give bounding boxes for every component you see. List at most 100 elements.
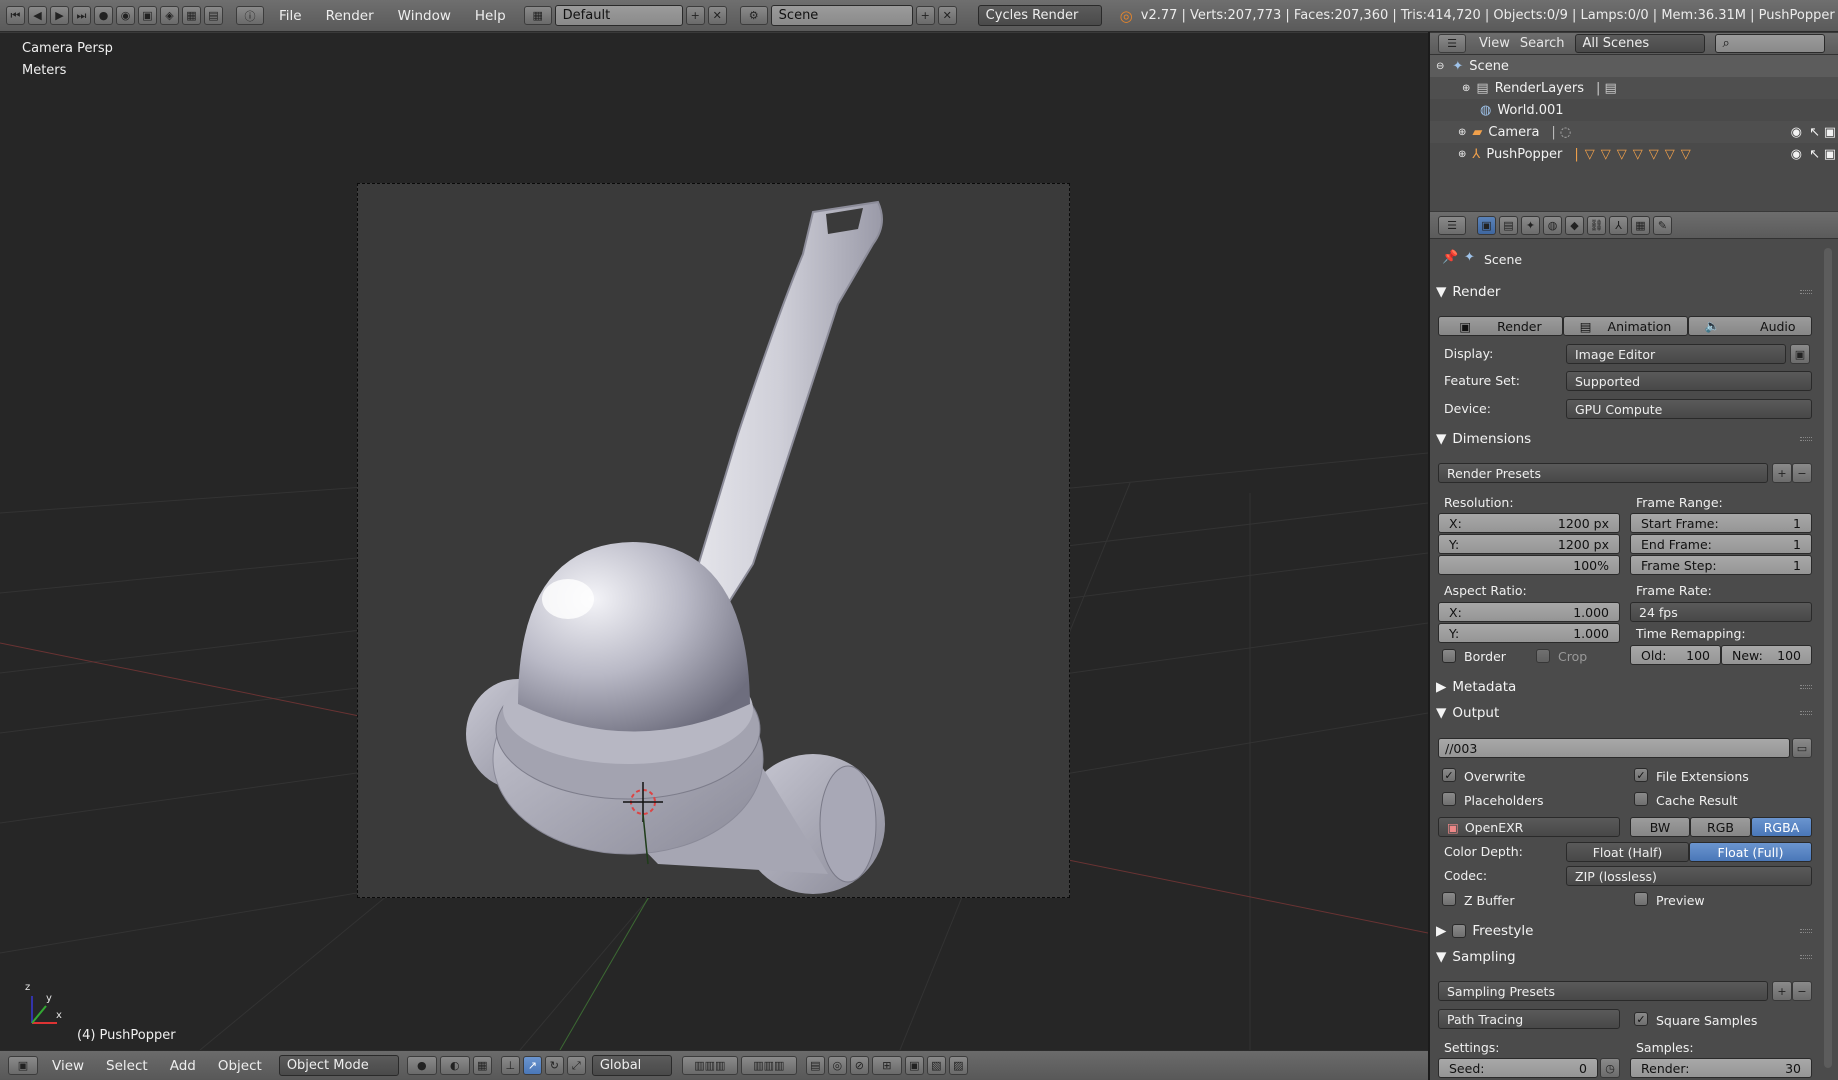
color-rgb-button[interactable]: RGB [1690, 817, 1751, 837]
cache-result-checkbox[interactable] [1634, 792, 1648, 806]
render-button[interactable]: ▣ Render [1438, 316, 1563, 336]
remap-old-field[interactable]: Old: 100 [1630, 645, 1721, 665]
shading-icon[interactable]: ● [406, 1056, 437, 1075]
visibility-eye-icon[interactable]: ◉ [1791, 147, 1802, 162]
texture-tab-icon[interactable]: ▦ [1631, 215, 1650, 235]
render-camera-icon[interactable]: ▣ [1824, 125, 1836, 140]
snap-grid-icon[interactable]: ▦ [472, 1056, 492, 1075]
integrator-dropdown[interactable]: Path Tracing [1438, 1009, 1620, 1029]
pivot-icon[interactable]: ◐ [439, 1056, 470, 1075]
render-presets-dropdown[interactable]: Render Presets [1438, 463, 1768, 483]
frame-step-field[interactable]: Frame Step: 1 [1630, 555, 1812, 575]
pin-icon[interactable]: 📌 [1442, 250, 1458, 265]
scale-icon[interactable]: ⤢ [566, 1056, 586, 1075]
add-scene-icon[interactable]: + [915, 6, 935, 25]
outliner-item-world[interactable]: ◍ World.001 [1430, 99, 1838, 121]
outliner-filter-dropdown[interactable]: All Scenes [1574, 34, 1705, 53]
menu-file[interactable]: File [267, 8, 314, 24]
snap-target-icon[interactable]: ▣ [904, 1056, 924, 1075]
outliner-menu-view[interactable]: View [1479, 36, 1510, 51]
proportional-icon[interactable]: ◎ [827, 1056, 847, 1075]
color-bw-button[interactable]: BW [1630, 817, 1690, 837]
z-buffer-checkbox[interactable] [1442, 892, 1456, 906]
record-icon[interactable]: ● [94, 6, 113, 25]
start-frame-field[interactable]: Start Frame: 1 [1630, 513, 1812, 533]
remove-sampling-preset-icon[interactable]: − [1792, 981, 1812, 1001]
render-panel-header[interactable]: ▼ Render [1436, 281, 1820, 303]
add-preset-icon[interactable]: + [1772, 463, 1792, 483]
remove-layout-icon[interactable]: ✕ [707, 6, 727, 25]
crop-checkbox[interactable] [1536, 649, 1550, 663]
freestyle-panel-header[interactable]: ▶ Freestyle [1436, 920, 1820, 942]
camera-frame[interactable] [357, 183, 1070, 898]
opengl-render-icon[interactable]: ▨ [948, 1056, 968, 1075]
empty-tab-icon[interactable]: ⅄ [1609, 215, 1628, 235]
expand-icon[interactable]: ⊕ [1458, 127, 1466, 138]
screen-layout-field[interactable]: Default [554, 5, 683, 26]
freestyle-checkbox[interactable] [1452, 924, 1467, 938]
translate-icon[interactable]: ↗ [522, 1056, 542, 1075]
scene-field[interactable]: Scene [770, 5, 913, 26]
select-arrow-icon[interactable]: ↖ [1809, 147, 1820, 162]
outliner-item-camera[interactable]: ⊕ ▰ Camera | ◌ ◉ ↖ ▣ [1430, 121, 1838, 143]
expand-icon[interactable]: ⊕ [1462, 83, 1470, 94]
outliner[interactable]: ☰ View Search All Scenes ⌕ ⊖ ✦ Scene ⊕ ▤… [1430, 33, 1838, 211]
placeholders-checkbox[interactable] [1442, 792, 1456, 806]
mode-dropdown[interactable]: Object Mode [278, 1055, 399, 1076]
sampling-panel-header[interactable]: ▼ Sampling [1436, 946, 1820, 968]
camera-icon[interactable]: ▤ [204, 6, 223, 25]
snap-element-icon[interactable]: ⊞ [871, 1056, 902, 1075]
codec-dropdown[interactable]: ZIP (lossless) [1566, 866, 1812, 886]
end-frame-field[interactable]: End Frame: 1 [1630, 534, 1812, 554]
float-half-button[interactable]: Float (Half) [1566, 842, 1689, 862]
menu-select[interactable]: Select [95, 1058, 159, 1074]
layers-icon[interactable]: ▥▥▥ [681, 1056, 738, 1075]
outliner-item-renderlayers[interactable]: ⊕ ▤ RenderLayers | ▤ [1430, 77, 1838, 99]
animated-seed-icon[interactable]: ◷ [1600, 1058, 1620, 1078]
info-editor-icon[interactable]: ⓘ [236, 6, 264, 25]
editor-type-icon[interactable]: ▣ [8, 1056, 38, 1075]
output-panel-header[interactable]: ▼ Output [1436, 702, 1820, 724]
jump-start-icon[interactable]: ⏮ [6, 6, 25, 25]
menu-object[interactable]: Object [207, 1058, 273, 1074]
folder-browse-icon[interactable]: ▭ [1792, 738, 1812, 758]
remove-preset-icon[interactable]: − [1792, 463, 1812, 483]
outliner-item-scene[interactable]: ⊖ ✦ Scene [1430, 55, 1838, 77]
file-format-dropdown[interactable]: ▣ OpenEXR [1438, 817, 1620, 837]
outliner-menu-search[interactable]: Search [1520, 36, 1565, 51]
object-tab-icon[interactable]: ◆ [1565, 215, 1584, 235]
float-full-button[interactable]: Float (Full) [1689, 842, 1812, 862]
outliner-search-input[interactable]: ⌕ [1714, 34, 1825, 53]
cube-icon[interactable]: ▣ [138, 6, 157, 25]
square-samples-checkbox[interactable]: ✓ [1634, 1012, 1648, 1026]
render-camera-icon[interactable]: ▣ [1824, 147, 1836, 162]
3d-viewport[interactable]: Camera Persp Meters x y z (4) PushPopper [0, 33, 1428, 1050]
renderlayers-tab-icon[interactable]: ▤ [1499, 215, 1518, 235]
border-checkbox[interactable] [1442, 649, 1456, 663]
layers2-icon[interactable]: ▥▥▥ [740, 1056, 797, 1075]
rotate-icon[interactable]: ↻ [544, 1056, 564, 1075]
resolution-y-field[interactable]: Y: 1200 px [1438, 534, 1620, 554]
file-extensions-checkbox[interactable]: ✓ [1634, 768, 1648, 782]
preview-checkbox[interactable] [1634, 892, 1648, 906]
resolution-percent-field[interactable]: 100% [1438, 555, 1620, 575]
sphere-icon[interactable]: ◉ [116, 6, 135, 25]
constraints-tab-icon[interactable]: ⛓ [1587, 215, 1606, 235]
shield-icon[interactable]: ◈ [160, 6, 179, 25]
render-preview-icon[interactable]: ▧ [926, 1056, 946, 1075]
select-arrow-icon[interactable]: ↖ [1809, 125, 1820, 140]
metadata-panel-header[interactable]: ▶ Metadata [1436, 676, 1820, 698]
menu-render[interactable]: Render [314, 8, 386, 24]
orientation-dropdown[interactable]: Global [591, 1055, 672, 1076]
overwrite-checkbox[interactable]: ✓ [1442, 768, 1456, 782]
sampling-presets-dropdown[interactable]: Sampling Presets [1438, 981, 1768, 1001]
expand-icon[interactable]: ⊕ [1458, 149, 1466, 160]
physics-tab-icon[interactable]: ✎ [1653, 215, 1672, 235]
output-path-input[interactable]: //003 [1438, 738, 1790, 758]
jump-end-icon[interactable]: ⏭ [72, 6, 91, 25]
menu-view[interactable]: View [41, 1058, 95, 1074]
audio-button[interactable]: 🔈 Audio [1688, 316, 1812, 336]
manipulator-icon[interactable]: ⊥ [500, 1056, 520, 1075]
properties-editor-icon[interactable]: ☰ [1438, 215, 1466, 235]
outliner-editor-icon[interactable]: ☰ [1438, 34, 1466, 53]
